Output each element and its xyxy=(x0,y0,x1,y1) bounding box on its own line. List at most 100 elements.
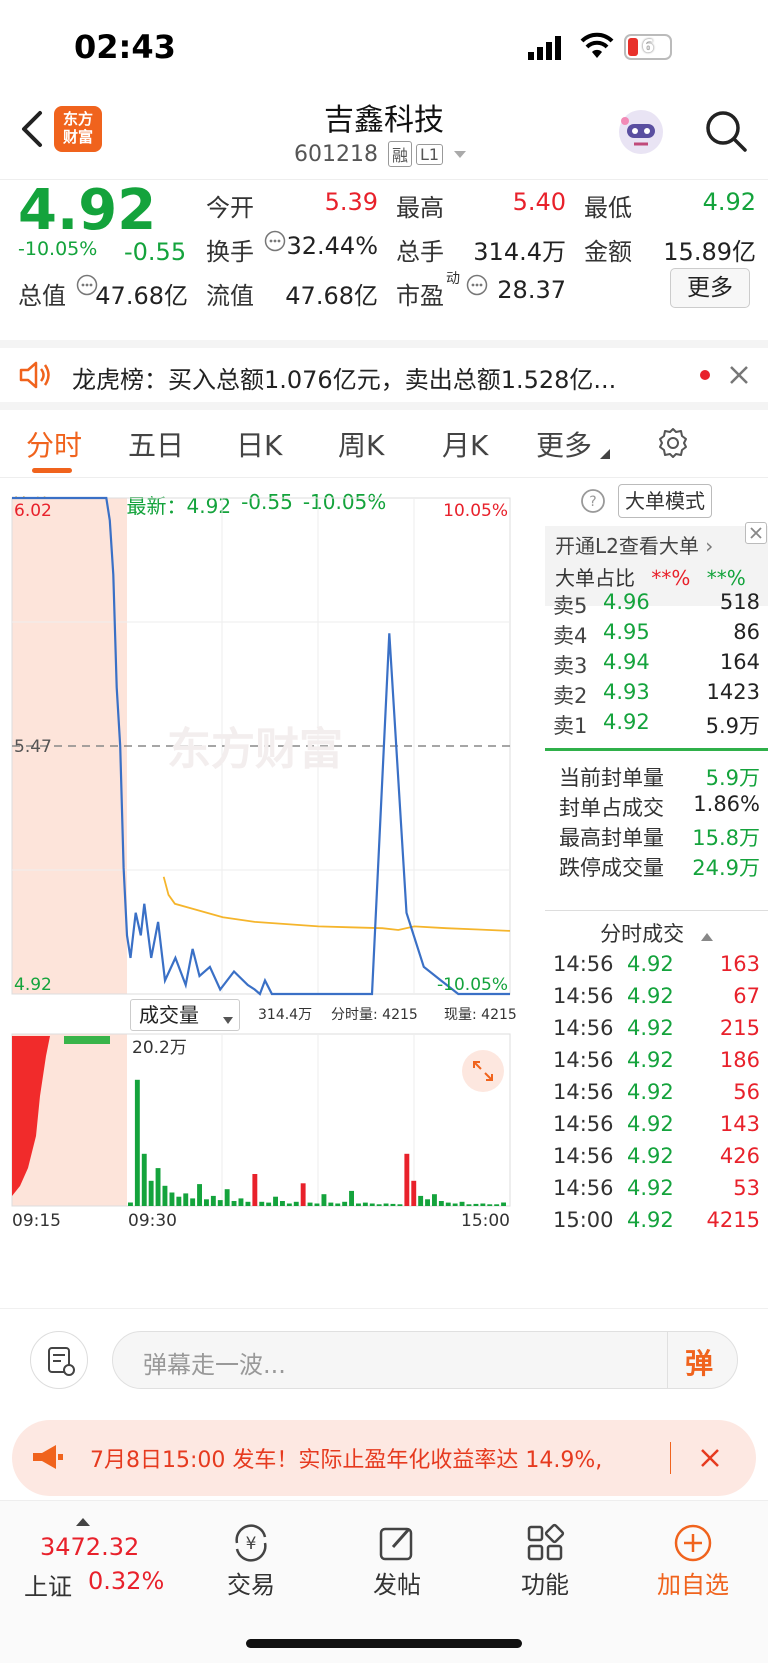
big-ratio-sell: **% xyxy=(706,566,746,590)
seal-row: 封单占成交 1.86% xyxy=(545,790,768,822)
trade-time: 14:56 xyxy=(553,1016,614,1040)
volume-bar xyxy=(452,1203,458,1206)
nav-trade[interactable]: ¥ 交易 xyxy=(176,1501,326,1600)
trade-volume: 186 xyxy=(719,1048,760,1072)
ask-label: 卖1 xyxy=(553,714,588,738)
nav-add-watchlist[interactable]: 加自选 xyxy=(618,1501,768,1600)
index-value: 3472.32 xyxy=(40,1533,140,1561)
close-icon[interactable] xyxy=(698,1446,722,1474)
ask-price: 4.95 xyxy=(603,620,650,644)
volume-period: 分时量: 4215 xyxy=(331,1007,418,1023)
volume-bar xyxy=(432,1194,437,1206)
y-mid-label: 5.47 xyxy=(14,737,52,757)
settings-icon[interactable] xyxy=(656,426,690,464)
mktcap-label: 总值 xyxy=(18,282,66,310)
trade-time: 14:56 xyxy=(553,1144,614,1168)
volume-label: 总手 xyxy=(396,238,444,266)
back-icon[interactable] xyxy=(14,109,50,149)
trade-row: 14:56 4.92 186 xyxy=(545,1046,768,1080)
speaker-icon xyxy=(18,360,52,394)
robot-assistant-icon[interactable] xyxy=(616,107,666,157)
volume-bar xyxy=(418,1195,424,1206)
danmu-toggle-button[interactable]: 弹 xyxy=(685,1342,713,1382)
volume-bar xyxy=(183,1193,189,1206)
seal-value: 5.9万 xyxy=(705,766,760,790)
index-ticker[interactable]: 3472.32 上证 0.32% xyxy=(20,1511,170,1611)
volume-bar xyxy=(266,1202,272,1206)
danmu-input[interactable]: 弹幕走一波... 弹 xyxy=(112,1331,738,1389)
big-order-mode-button[interactable]: 大单模式 xyxy=(618,484,712,518)
search-icon[interactable] xyxy=(704,109,748,153)
dropdown-icon xyxy=(453,145,467,164)
volume-bar xyxy=(362,1202,368,1206)
banner-divider xyxy=(670,1442,671,1474)
more-button[interactable]: 更多 xyxy=(670,268,750,308)
limit-down-divider xyxy=(545,748,768,751)
trade-time: 14:56 xyxy=(553,1176,614,1200)
trade-price: 4.92 xyxy=(627,1176,674,1200)
volume-bar xyxy=(280,1201,285,1206)
volume-bar xyxy=(356,1203,361,1206)
intraday-chart: 东方财富 6.02 5.47 4.92 10.05% -10.05% 314.4… xyxy=(11,496,517,1231)
volume-indicator-select[interactable]: 成交量 xyxy=(130,999,240,1031)
nav-label: 加自选 xyxy=(657,1571,729,1599)
info-dots-icon[interactable] xyxy=(466,274,488,300)
volume-bar xyxy=(273,1196,278,1206)
trade-volume: 426 xyxy=(719,1144,760,1168)
notice-bar[interactable]: 龙虎榜：买入总额1.076亿元，卖出总额1.528亿... xyxy=(0,340,768,410)
last-price: 4.92 xyxy=(18,178,157,243)
volume-bar xyxy=(231,1201,237,1206)
signal-icon xyxy=(528,36,568,64)
nav-post[interactable]: 发帖 xyxy=(322,1501,472,1600)
notice-text: 龙虎榜：买入总额1.076亿元，卖出总额1.528亿... xyxy=(72,366,617,394)
status-time: 02:43 xyxy=(74,28,176,66)
trade-row: 14:56 4.92 67 xyxy=(545,982,768,1016)
list-edit-icon[interactable] xyxy=(30,1331,88,1389)
ask-label: 卖4 xyxy=(553,624,588,648)
seal-row: 当前封单量 5.9万 xyxy=(545,760,768,792)
close-icon[interactable] xyxy=(745,522,767,544)
volume-bar xyxy=(342,1201,348,1206)
select-arrow-icon xyxy=(223,1003,233,1033)
trade-volume: 53 xyxy=(733,1176,760,1200)
chart-area[interactable]: 均价：5.06 最新：4.92 -0.55 -10.05% ? 大单模式 东方财… xyxy=(0,478,712,1308)
grid-apps-icon xyxy=(523,1521,567,1565)
help-icon[interactable]: ? xyxy=(580,488,606,518)
trade-volume: 143 xyxy=(719,1112,760,1136)
svg-text:?: ? xyxy=(589,494,596,510)
trade-price: 4.92 xyxy=(627,984,674,1008)
auction-volume-strip xyxy=(64,1036,110,1044)
ask-row-5: 卖5 4.96 518 xyxy=(545,588,768,620)
low-label: 最低 xyxy=(584,194,632,222)
volume-bar xyxy=(286,1203,292,1206)
add-circle-icon xyxy=(671,1521,715,1565)
tab-intraday[interactable]: 分时 xyxy=(26,424,82,464)
close-icon[interactable] xyxy=(728,364,750,390)
x-label-close: 15:00 xyxy=(461,1211,510,1231)
trade-time: 14:56 xyxy=(553,984,614,1008)
seal-row: 跌停成交量 24.9万 xyxy=(545,850,768,882)
volume-bar xyxy=(224,1189,230,1206)
tab-weekly-k[interactable]: 周K xyxy=(338,424,384,464)
tab-five-day[interactable]: 五日 xyxy=(128,424,184,464)
volume-total: 314.4万 xyxy=(258,1007,312,1023)
ask-label: 卖2 xyxy=(553,684,588,708)
tab-daily-k[interactable]: 日K xyxy=(236,424,282,464)
expand-icon[interactable] xyxy=(462,1050,504,1092)
trades-header[interactable]: 分时成交 xyxy=(545,918,768,948)
promo-text: 7月8日15:00 发车！实际止盈年化收益率达 14.9%, xyxy=(90,1448,603,1473)
volume-bar xyxy=(217,1200,223,1206)
tab-monthly-k[interactable]: 月K xyxy=(442,424,488,464)
volume-bar xyxy=(162,1185,168,1206)
ask-row-3: 卖3 4.94 164 xyxy=(545,648,768,680)
promo-banner[interactable]: 7月8日15:00 发车！实际止盈年化收益率达 14.9%, xyxy=(12,1420,756,1496)
open-value: 5.39 xyxy=(324,188,378,216)
quote-panel: 4.92 -10.05% -0.55 今开 5.39 最高 5.40 最低 4.… xyxy=(0,178,768,340)
index-name: 上证 xyxy=(24,1573,72,1601)
stock-code-row[interactable]: 601218 融 L1 xyxy=(294,139,467,169)
nav-functions[interactable]: 功能 xyxy=(470,1501,620,1600)
trade-row: 15:00 4.92 4215 xyxy=(545,1206,768,1240)
seal-label: 当前封单量 xyxy=(559,766,664,790)
tab-more[interactable]: 更多 xyxy=(536,424,592,464)
volume-bar xyxy=(252,1174,258,1206)
